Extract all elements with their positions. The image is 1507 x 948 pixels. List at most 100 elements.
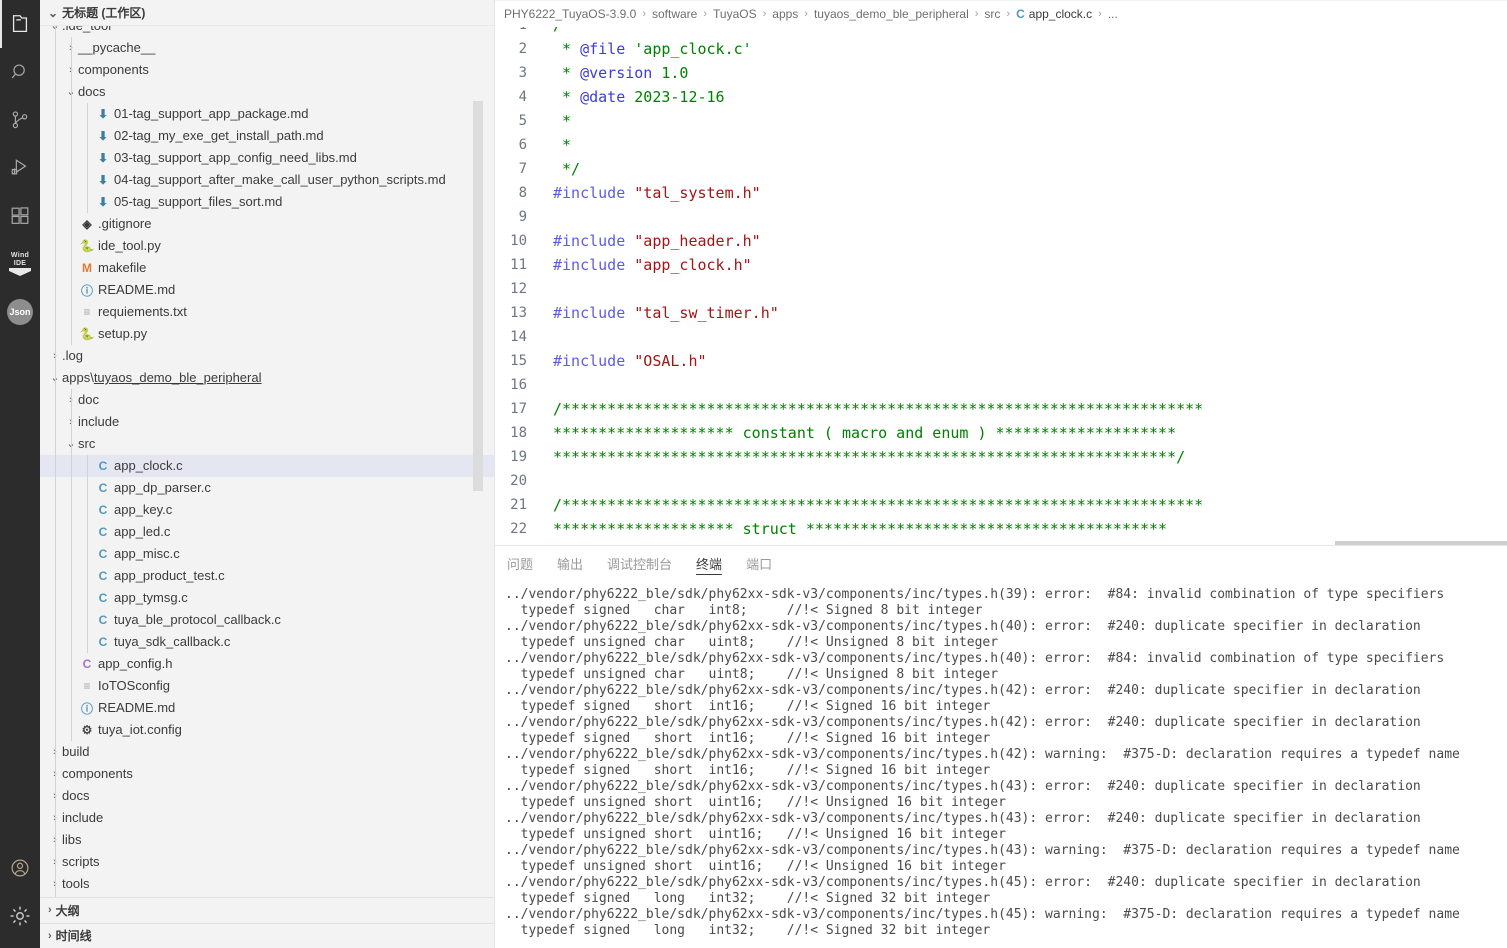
tree-row[interactable]: Capp_tymsg.c [40, 587, 494, 610]
tree-row[interactable]: Ctuya_ble_protocol_callback.c [40, 609, 494, 632]
sidebar-scrollbar[interactable] [473, 101, 483, 492]
panel-tab[interactable]: 端口 [746, 546, 772, 581]
code-line[interactable]: 4 * @date 2023-12-16 [495, 85, 1507, 109]
code-line[interactable]: 19 **************************************… [495, 445, 1507, 469]
code-editor[interactable]: 1/2 * @file 'app_clock.c'3 * @version 1.… [495, 27, 1507, 545]
tree-row[interactable]: ›scripts [40, 851, 494, 874]
tree-row[interactable]: ⌄src [40, 433, 494, 456]
tree-row[interactable]: ⬇ 05-tag_support_files_sort.md [40, 191, 494, 214]
explorer-icon[interactable] [0, 0, 40, 48]
tree-row-selected[interactable]: Capp_clock.c [40, 455, 494, 478]
tree-row[interactable]: Capp_product_test.c [40, 565, 494, 588]
tree-row[interactable]: ›.log [40, 345, 494, 368]
code-line[interactable]: 16 [495, 373, 1507, 397]
file-tree-scroll[interactable]: ⌄.ide_tool›__pycache__›components⌄docs⬇0… [40, 26, 494, 898]
tree-row[interactable]: ›include [40, 411, 494, 434]
code-line[interactable]: 7 */ [495, 157, 1507, 181]
code-line[interactable]: 9 [495, 205, 1507, 229]
breadcrumb-item[interactable]: apps [772, 7, 798, 21]
json-viewer-icon[interactable]: Json [0, 288, 40, 336]
code-line[interactable]: 6 * [495, 133, 1507, 157]
run-debug-icon[interactable] [0, 144, 40, 192]
code-line[interactable]: 10 #include "app_header.h" [495, 229, 1507, 253]
tree-row[interactable]: ›include [40, 807, 494, 830]
breadcrumb-item[interactable]: TuyaOS [713, 7, 757, 21]
code-line[interactable]: 17 /*************************************… [495, 397, 1507, 421]
breadcrumb-item[interactable]: software [652, 7, 697, 21]
tree-row[interactable]: ⓘ README.md [40, 697, 494, 720]
code-line[interactable]: 3 * @version 1.0 [495, 61, 1507, 85]
tree-row[interactable]: Capp_config.h [40, 653, 494, 676]
workspace-header[interactable]: ⌄ 无标题 (工作区) [40, 0, 494, 27]
tree-row[interactable]: ⌄.ide_tool [40, 26, 494, 38]
tree-row[interactable]: ⬇ 04-tag_support_after_make_call_user_pyt… [40, 169, 494, 192]
outline-label: 大纲 [55, 903, 80, 918]
timeline-section-header[interactable]: › 时间线 [40, 922, 494, 948]
tree-row[interactable]: Capp_misc.c [40, 543, 494, 566]
panel-tab[interactable]: 调试控制台 [607, 546, 672, 581]
code-line[interactable]: 18 ******************** constant ( macro … [495, 421, 1507, 445]
accounts-icon[interactable] [0, 844, 40, 892]
tree-row[interactable]: ◈ .gitignore [40, 213, 494, 236]
search-icon[interactable] [0, 48, 40, 96]
code-line[interactable]: 14 [495, 325, 1507, 349]
code-line[interactable]: 12 [495, 277, 1507, 301]
tree-row[interactable]: ≡ IoTOSconfig [40, 675, 494, 698]
tree-row[interactable]: Ctuya_sdk_callback.c [40, 631, 494, 654]
tree-row[interactable]: Mmakefile [40, 257, 494, 280]
panel-tab[interactable]: 问题 [507, 546, 533, 581]
extensions-icon[interactable] [0, 192, 40, 240]
indent-guide [55, 235, 56, 258]
tree-row[interactable]: 🐍 ide_tool.py [40, 235, 494, 258]
breadcrumb-file[interactable]: app_clock.c [1029, 7, 1092, 21]
breadcrumb-overflow[interactable]: ... [1108, 7, 1118, 21]
terminal-output[interactable]: ../vendor/phy6222_ble/sdk/phy62xx-sdk-v3… [495, 581, 1507, 948]
code-line[interactable]: 8 #include "tal_system.h" [495, 181, 1507, 205]
code-line[interactable]: 5 * [495, 109, 1507, 133]
tree-row[interactable]: ⌄apps\tuyaos_demo_ble_peripheral [40, 367, 494, 390]
tree-row[interactable]: ⌄docs [40, 81, 494, 104]
tree-row[interactable]: ›libs [40, 829, 494, 852]
breadcrumb-item[interactable]: tuyaos_demo_ble_peripheral [814, 7, 969, 21]
breadcrumb[interactable]: PHY6222_TuyaOS-3.9.0 › software › TuyaOS › app… [495, 1, 1507, 27]
code-line[interactable]: 1/ [495, 27, 1507, 37]
panel-tab[interactable]: 输出 [557, 546, 583, 581]
tree-row[interactable]: ›__pycache__ [40, 37, 494, 60]
tree-row[interactable]: Capp_key.c [40, 499, 494, 522]
tree-row[interactable]: ›components [40, 763, 494, 786]
code-line[interactable]: 15 #include "OSAL.h" [495, 349, 1507, 373]
tree-row[interactable]: ⌄vendor\phy6222_ble [40, 895, 494, 898]
tree-row[interactable]: Capp_led.c [40, 521, 494, 544]
tree-row[interactable]: 🐍 setup.py [40, 323, 494, 346]
tree-row[interactable]: ›docs [40, 785, 494, 808]
tree-row[interactable]: ›build [40, 741, 494, 764]
tree-row[interactable]: Capp_dp_parser.c [40, 477, 494, 500]
tree-row[interactable]: ⚙ tuya_iot.config [40, 719, 494, 742]
tree-row[interactable]: ⓘ README.md [40, 279, 494, 302]
file-tree: ⌄.ide_tool›__pycache__›components⌄docs⬇0… [40, 26, 494, 898]
code-line[interactable]: 11 #include "app_clock.h" [495, 253, 1507, 277]
code-token-pp: #include [553, 304, 626, 322]
code-line[interactable]: 22 ******************** struct **********… [495, 517, 1507, 541]
breadcrumb-item[interactable]: PHY6222_TuyaOS-3.9.0 [504, 7, 636, 21]
tree-row[interactable]: ≡ requiements.txt [40, 301, 494, 324]
terminal-line: ../vendor/phy6222_ble/sdk/phy62xx-sdk-v3… [505, 779, 1421, 794]
tree-row[interactable]: ⬇ 03-tag_support_app_config_need_libs.md [40, 147, 494, 170]
code-line[interactable]: 20 [495, 469, 1507, 493]
panel-tab[interactable]: 终端 [696, 546, 723, 581]
breadcrumb-item[interactable]: src [984, 7, 1000, 21]
tree-row[interactable]: ›tools [40, 873, 494, 896]
outline-section-header[interactable]: › 大纲 [40, 897, 494, 923]
code-line[interactable]: 2 * @file 'app_clock.c' [495, 37, 1507, 61]
py-file-icon: 🐍 [79, 327, 95, 342]
code-line[interactable]: 21 /*************************************… [495, 493, 1507, 517]
wind-ide-logo-icon[interactable]: Wind IDE [0, 240, 40, 288]
source-control-icon[interactable] [0, 96, 40, 144]
code-line[interactable]: 13 #include "tal_sw_timer.h" [495, 301, 1507, 325]
settings-gear-icon[interactable] [0, 892, 40, 940]
code-token-comment: 2023-12-16 [625, 88, 725, 106]
tree-row[interactable]: ›doc [40, 389, 494, 412]
tree-row[interactable]: ⬇ 02-tag_my_exe_get_install_path.md [40, 125, 494, 148]
tree-row[interactable]: ⬇ 01-tag_support_app_package.md [40, 103, 494, 126]
tree-row[interactable]: ›components [40, 59, 494, 82]
